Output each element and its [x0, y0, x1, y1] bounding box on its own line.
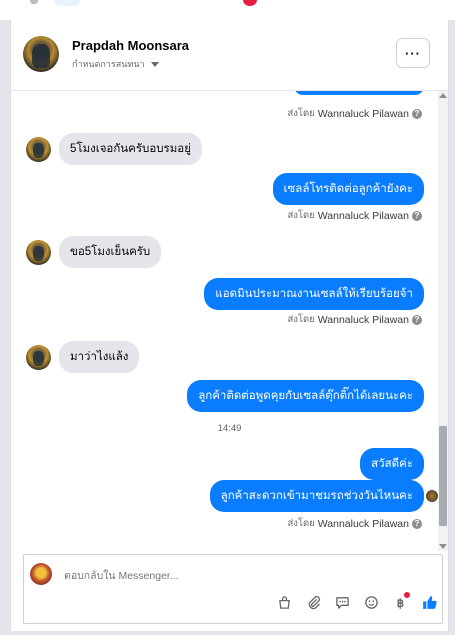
info-icon[interactable]: ?	[412, 518, 422, 529]
message-bubble[interactable]: เซลล์โทรติดต่อลูกค้ายังคะ	[272, 173, 424, 205]
message-bubble[interactable]: 5โมงเจอกันครับอบรมอยู่	[59, 133, 202, 165]
scroll-thumb[interactable]	[439, 426, 447, 526]
sent-by-prefix: ส่งโดย	[287, 108, 315, 119]
message-bubble-partial	[294, 91, 424, 95]
scroll-down-arrow-icon[interactable]	[439, 544, 447, 549]
message-row: ลูกค้าติดต่อพูดคุยกับเซลล์ตุ๊กติ๊กได้เลย…	[187, 380, 424, 412]
sender-avatar[interactable]	[26, 136, 51, 162]
message-row: ลูกค้าสะดวกเข้ามาชมรถช่วงวันไหนคะ	[209, 480, 438, 512]
message-bubble[interactable]: แอดมินประมาณงานเซลล์ให้เรียบร้อยจ้า	[204, 278, 424, 310]
sent-by-name: Wannaluck Pilawan	[317, 209, 409, 222]
payment-icon[interactable]: ฿	[391, 592, 410, 611]
seen-avatar	[426, 490, 438, 502]
top-bar-fragment	[0, 0, 455, 21]
more-options-button[interactable]: ···	[396, 38, 430, 68]
thumbs-up-icon[interactable]	[420, 593, 438, 611]
bag-icon[interactable]	[275, 593, 293, 611]
sent-by-prefix: ส่งโดย	[287, 518, 315, 529]
reply-composer: ฿	[23, 554, 443, 624]
reply-input[interactable]	[62, 569, 366, 583]
notification-dot	[243, 0, 257, 6]
sent-by-name: Wannaluck Pilawan	[317, 313, 409, 326]
conversation-panel: Prapdah Moonsara กำหนดการสนทนา ··· ส่งโด…	[10, 20, 449, 631]
info-icon[interactable]: ?	[412, 314, 422, 325]
message-bubble[interactable]: สวัสดีค่ะ	[360, 448, 424, 480]
tab-fragment	[30, 0, 38, 4]
message-row	[294, 91, 424, 95]
message-bubble[interactable]: ขอ5โมงเย็นครับ	[59, 236, 162, 268]
comment-icon[interactable]	[333, 593, 351, 611]
emoji-icon[interactable]	[362, 593, 380, 611]
scroll-up-arrow-icon[interactable]	[439, 93, 447, 98]
message-bubble[interactable]: มาว่าไงแล้ง	[59, 341, 140, 373]
sent-by-prefix: ส่งโดย	[287, 210, 315, 221]
caret-down-icon	[150, 61, 159, 67]
contact-avatar[interactable]	[23, 36, 59, 72]
message-row: ขอ5โมงเย็นครับ	[26, 236, 162, 268]
sent-by-prefix: ส่งโดย	[287, 314, 315, 325]
page-avatar	[30, 563, 52, 585]
sent-by-label: ส่งโดย Wannaluck Pilawan ?	[287, 106, 422, 121]
sent-by-label: ส่งโดย Wannaluck Pilawan ?	[287, 516, 422, 531]
message-row: เซลล์โทรติดต่อลูกค้ายังคะ	[272, 173, 424, 205]
message-timestamp: 14:49	[217, 423, 242, 434]
sent-by-label: ส่งโดย Wannaluck Pilawan ?	[287, 208, 422, 223]
sent-by-label: ส่งโดย Wannaluck Pilawan ?	[287, 312, 422, 327]
sender-avatar[interactable]	[26, 239, 51, 265]
message-row: มาว่าไงแล้ง	[26, 341, 140, 373]
contact-name[interactable]: Prapdah Moonsara	[72, 38, 189, 53]
info-icon[interactable]: ?	[412, 210, 422, 221]
tab-pill-fragment	[54, 0, 80, 6]
message-bubble[interactable]: ลูกค้าติดต่อพูดคุยกับเซลล์ตุ๊กติ๊กได้เลย…	[187, 380, 424, 412]
message-row: สวัสดีค่ะ	[360, 448, 424, 480]
conversation-label-text: กำหนดการสนทนา	[72, 59, 145, 69]
notification-badge	[404, 592, 410, 598]
message-row: 5โมงเจอกันครับอบรมอยู่	[26, 133, 202, 165]
composer-toolbar: ฿	[275, 592, 438, 611]
message-thread[interactable]: ส่งโดย Wannaluck Pilawan ? 5โมงเจอกันครั…	[11, 91, 448, 551]
sent-by-name: Wannaluck Pilawan	[317, 517, 409, 530]
svg-text:฿: ฿	[396, 598, 403, 610]
sender-avatar[interactable]	[26, 344, 51, 370]
attach-icon[interactable]	[304, 593, 322, 611]
message-row: แอดมินประมาณงานเซลล์ให้เรียบร้อยจ้า	[204, 278, 424, 310]
message-bubble[interactable]: ลูกค้าสะดวกเข้ามาชมรถช่วงวันไหนคะ	[209, 480, 424, 512]
conversation-label-dropdown[interactable]: กำหนดการสนทนา	[72, 57, 159, 71]
info-icon[interactable]: ?	[412, 108, 422, 119]
sent-by-name: Wannaluck Pilawan	[317, 107, 409, 120]
conversation-header: Prapdah Moonsara กำหนดการสนทนา ···	[11, 20, 448, 91]
thread-scrollbar[interactable]	[438, 91, 448, 551]
